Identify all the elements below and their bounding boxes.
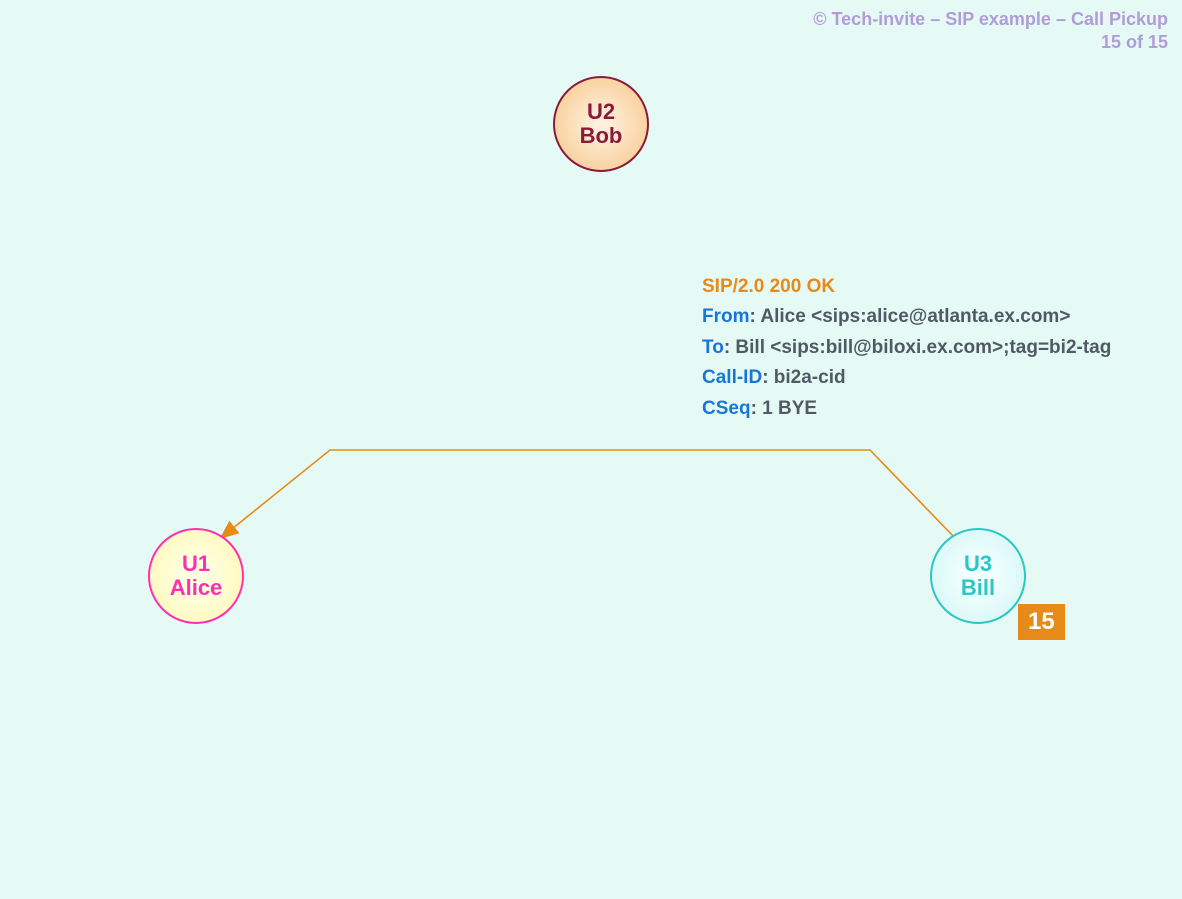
node-u3-id: U3 — [964, 552, 992, 576]
header-line2: 15 of 15 — [813, 31, 1168, 54]
sip-cseq-label: CSeq — [702, 398, 751, 419]
sip-callid-value: : bi2a-cid — [762, 367, 845, 388]
step-badge: 15 — [1018, 604, 1065, 640]
sip-status-line: SIP/2.0 200 OK — [702, 272, 1111, 302]
sip-to-label: To — [702, 337, 724, 358]
diagram-canvas: © Tech-invite – SIP example – Call Picku… — [0, 0, 1182, 899]
node-u2-name: Bob — [580, 124, 623, 148]
sip-cseq-line: CSeq: 1 BYE — [702, 394, 1111, 424]
header-credit: © Tech-invite – SIP example – Call Picku… — [813, 8, 1168, 53]
node-u1-id: U1 — [182, 552, 210, 576]
sip-cseq-value: : 1 BYE — [751, 398, 818, 419]
sip-from-label: From — [702, 306, 750, 327]
node-u3-name: Bill — [961, 576, 995, 600]
node-u1-name: Alice — [170, 576, 223, 600]
sip-message-block: SIP/2.0 200 OK From: Alice <sips:alice@a… — [702, 272, 1111, 424]
sip-callid-line: Call-ID: bi2a-cid — [702, 363, 1111, 393]
node-u1-alice: U1 Alice — [148, 528, 244, 624]
sip-to-line: To: Bill <sips:bill@biloxi.ex.com>;tag=b… — [702, 333, 1111, 363]
header-line1: © Tech-invite – SIP example – Call Picku… — [813, 8, 1168, 31]
sip-callid-label: Call-ID — [702, 367, 762, 388]
node-u2-id: U2 — [587, 100, 615, 124]
sip-to-value: : Bill <sips:bill@biloxi.ex.com>;tag=bi2… — [724, 337, 1112, 358]
node-u2-bob: U2 Bob — [553, 76, 649, 172]
sip-from-value: : Alice <sips:alice@atlanta.ex.com> — [750, 306, 1071, 327]
node-u3-bill: U3 Bill — [930, 528, 1026, 624]
sip-from-line: From: Alice <sips:alice@atlanta.ex.com> — [702, 302, 1111, 332]
